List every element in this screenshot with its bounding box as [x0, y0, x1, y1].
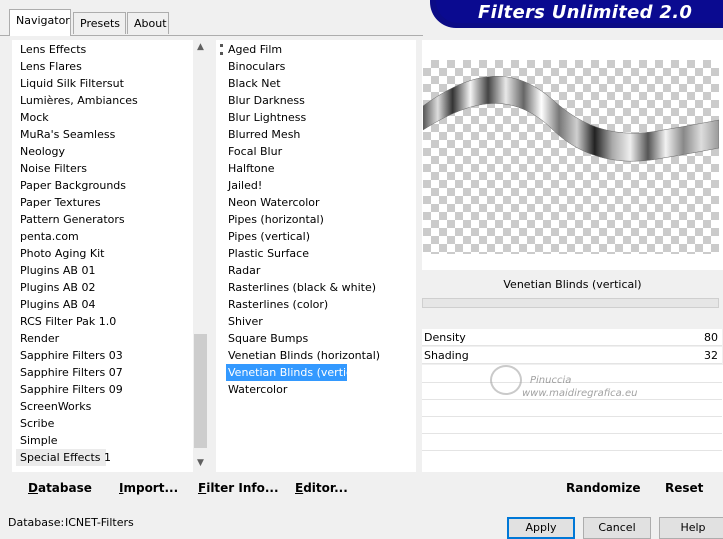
list-item[interactable]: Aged Film	[216, 41, 282, 58]
list-item[interactable]: Sapphire Filters 09	[12, 381, 123, 398]
help-button[interactable]: Help	[659, 517, 723, 539]
apply-button[interactable]: Apply	[507, 517, 575, 539]
list-item[interactable]: RCS Filter Pak 1.0	[12, 313, 116, 330]
tab-presets[interactable]: Presets	[73, 12, 126, 34]
param-divider	[422, 382, 722, 383]
filters-unlimited-banner: Filters Unlimited 2.0	[430, 0, 723, 28]
import-button[interactable]: Import...	[119, 481, 178, 495]
list-item[interactable]: Plugins AB 04	[12, 296, 95, 313]
param-divider	[422, 450, 722, 451]
filter-name-label: Venetian Blinds (vertical)	[503, 278, 642, 291]
list-item[interactable]: Sapphire Filters 03	[12, 347, 123, 364]
list-item[interactable]: Liquid Silk Filtersut	[12, 75, 124, 92]
list-item[interactable]: Watercolor	[216, 381, 287, 398]
progress-bar	[422, 298, 719, 308]
list-item[interactable]: Scribe	[12, 415, 54, 432]
category-list[interactable]: Lens Effects Lens Flares Liquid Silk Filte…	[12, 40, 193, 472]
list-item[interactable]: Rasterlines (color)	[216, 296, 328, 313]
param-row-density[interactable]: Density 80	[422, 329, 722, 346]
param-divider	[422, 399, 722, 400]
list-item[interactable]: ScreenWorks	[12, 398, 91, 415]
list-item[interactable]: Neology	[12, 143, 65, 160]
list-item[interactable]: Blurred Mesh	[216, 126, 300, 143]
watermark-url: www.maidiregrafica.eu	[522, 388, 638, 399]
param-row-shading[interactable]: Shading 32	[422, 347, 722, 364]
list-item[interactable]: Halftone	[216, 160, 275, 177]
preview-wave	[423, 75, 719, 162]
database-status-label: Database:	[8, 516, 65, 529]
list-item[interactable]: Plastic Surface	[216, 245, 309, 262]
list-item[interactable]: Photo Aging Kit	[12, 245, 104, 262]
category-scrollbar[interactable]: ▲ ▼	[193, 40, 208, 472]
list-item[interactable]: Neon Watercolor	[216, 194, 320, 211]
list-item[interactable]: Binoculars	[216, 58, 285, 75]
randomize-button[interactable]: Randomize	[566, 481, 640, 495]
list-item[interactable]: Black Net	[216, 75, 281, 92]
tab-about[interactable]: About	[127, 12, 169, 34]
reset-button[interactable]: Reset	[665, 481, 703, 495]
list-item[interactable]: Paper Textures	[12, 194, 101, 211]
list-item[interactable]: Plugins AB 02	[12, 279, 95, 296]
list-item[interactable]: Lens Flares	[12, 58, 82, 75]
list-item[interactable]: Mock	[12, 109, 49, 126]
list-item[interactable]: Pattern Generators	[12, 211, 125, 228]
list-item[interactable]: Focal Blur	[216, 143, 282, 160]
scroll-up-icon[interactable]: ▲	[193, 40, 208, 55]
list-item[interactable]: Shiver	[216, 313, 263, 330]
list-item[interactable]: Pipes (vertical)	[216, 228, 310, 245]
param-label: Density	[424, 331, 466, 344]
filter-info-button[interactable]: Filter Info...	[198, 481, 279, 495]
list-item[interactable]: Simple	[12, 432, 58, 449]
list-item[interactable]: Noise Filters	[12, 160, 87, 177]
list-item[interactable]: Square Bumps	[216, 330, 308, 347]
list-item[interactable]: Pipes (horizontal)	[216, 211, 324, 228]
scroll-down-icon[interactable]: ▼	[193, 456, 208, 471]
list-item[interactable]: Plugins AB 01	[12, 262, 95, 279]
list-item[interactable]: Rasterlines (black & white)	[216, 279, 376, 296]
list-item[interactable]: Blur Lightness	[216, 109, 306, 126]
list-item[interactable]: Sapphire Filters 07	[12, 364, 123, 381]
list-item[interactable]: Blur Darkness	[216, 92, 305, 109]
param-value[interactable]: 80	[704, 331, 718, 344]
list-item[interactable]: Lens Effects	[12, 41, 86, 58]
database-button[interactable]: Database	[28, 481, 92, 495]
param-label: Shading	[424, 349, 469, 362]
watermark-name: Pinuccia	[530, 375, 572, 386]
param-value[interactable]: 32	[704, 349, 718, 362]
param-divider	[422, 416, 722, 417]
list-item[interactable]: Lumières, Ambiances	[12, 92, 138, 109]
param-divider	[422, 433, 722, 434]
list-item[interactable]: Jailed!	[216, 177, 262, 194]
list-item[interactable]: Radar	[216, 262, 260, 279]
list-item[interactable]: Special Effects 1	[16, 449, 111, 466]
list-item[interactable]: Render	[12, 330, 59, 347]
filter-list[interactable]: Aged Film Binoculars Black Net Blur Darknes…	[216, 40, 416, 472]
list-item[interactable]: Venetian Blinds (vertical)	[226, 364, 366, 381]
list-item[interactable]: Venetian Blinds (horizontal)	[216, 347, 380, 364]
banner-title: Filters Unlimited 2.0	[478, 2, 693, 23]
database-status-value: ICNET-Filters	[65, 516, 134, 529]
editor-button[interactable]: Editor...	[295, 481, 348, 495]
list-item[interactable]: MuRa's Seamless	[12, 126, 115, 143]
list-item[interactable]: Paper Backgrounds	[12, 177, 126, 194]
tab-navigator[interactable]: Navigator	[9, 9, 71, 36]
watermark-logo-icon	[490, 365, 522, 395]
list-item[interactable]: penta.com	[12, 228, 79, 245]
cancel-button[interactable]: Cancel	[583, 517, 651, 539]
scroll-thumb[interactable]	[194, 334, 207, 448]
